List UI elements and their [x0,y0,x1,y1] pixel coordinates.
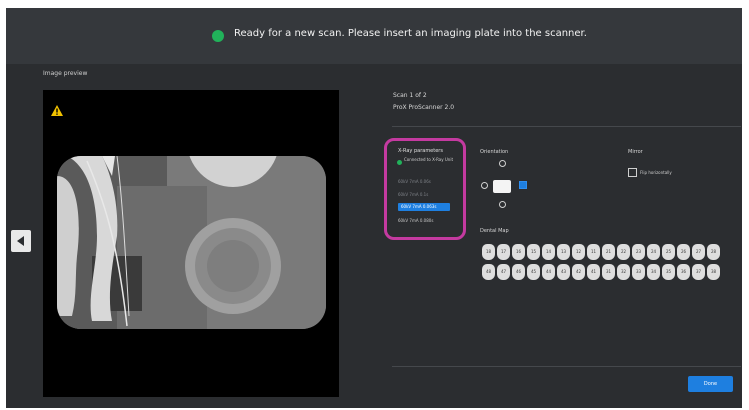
tooth-13[interactable]: 13 [557,244,570,260]
xray-option[interactable]: 60kV 7mA 0.1s [398,192,428,197]
tooth-23[interactable]: 23 [632,244,645,260]
tooth-14[interactable]: 14 [542,244,555,260]
tooth-41[interactable]: 41 [587,264,600,280]
tooth-12[interactable]: 12 [572,244,585,260]
xray-option[interactable]: 60kV 7mA 0.06s [398,179,431,184]
tooth-47[interactable]: 47 [497,264,510,280]
tooth-45[interactable]: 45 [527,264,540,280]
dental-map-lower: 48 47 46 45 44 43 42 41 31 32 33 34 35 36 37 38 [482,264,720,280]
flip-horizontally-checkbox[interactable] [628,168,637,177]
divider [392,366,741,367]
done-button[interactable]: Done [688,376,733,392]
orientation-bottom-radio[interactable] [499,201,506,208]
image-preview [43,90,339,397]
tooth-28[interactable]: 28 [707,244,720,260]
preview-title: Image preview [43,70,88,77]
status-bar: Ready for a new scan. Please insert an i… [6,8,742,64]
tooth-32[interactable]: 32 [617,264,630,280]
orientation-right-radio[interactable] [519,181,527,189]
tooth-25[interactable]: 25 [662,244,675,260]
tooth-21[interactable]: 21 [602,244,615,260]
tooth-22[interactable]: 22 [617,244,630,260]
tooth-16[interactable]: 16 [512,244,525,260]
tooth-42[interactable]: 42 [572,264,585,280]
previous-image-button[interactable] [11,230,31,252]
tooth-36[interactable]: 36 [677,264,690,280]
dental-map-title: Dental Map [480,228,509,234]
connection-status-icon [397,160,402,165]
orientation-title: Orientation [480,149,509,155]
orientation-left-radio[interactable] [481,182,488,189]
tooth-15[interactable]: 15 [527,244,540,260]
tooth-26[interactable]: 26 [677,244,690,260]
orientation-top-radio[interactable] [499,160,506,167]
scan-count: Scan 1 of 2 [393,92,427,99]
tooth-43[interactable]: 43 [557,264,570,280]
tooth-18[interactable]: 18 [482,244,495,260]
scanner-name: ProX ProScanner 2.0 [393,104,455,111]
mirror-title: Mirror [628,149,643,155]
flip-horizontally-label: Flip horizontally [640,170,672,175]
status-message: Ready for a new scan. Please insert an i… [234,28,587,39]
tooth-17[interactable]: 17 [497,244,510,260]
orientation-plate-icon [493,180,511,193]
divider [392,126,741,127]
status-indicator-icon [212,30,224,42]
xray-parameters-title: X-Ray parameters [398,148,443,154]
tooth-38[interactable]: 38 [707,264,720,280]
warning-icon [51,105,63,116]
app-window: Ready for a new scan. Please insert an i… [6,8,742,408]
tooth-37[interactable]: 37 [692,264,705,280]
tooth-46[interactable]: 46 [512,264,525,280]
tooth-24[interactable]: 24 [647,244,660,260]
tooth-33[interactable]: 33 [632,264,645,280]
tooth-31[interactable]: 31 [602,264,615,280]
xray-option[interactable]: 60kV 7mA 0.080s [398,218,433,223]
dental-map-upper: 18 17 16 15 14 13 12 11 21 22 23 24 25 26 27 28 [482,244,720,260]
tooth-27[interactable]: 27 [692,244,705,260]
tooth-35[interactable]: 35 [662,264,675,280]
tooth-48[interactable]: 48 [482,264,495,280]
xray-image [57,156,326,329]
tooth-11[interactable]: 11 [587,244,600,260]
xray-connection-status: Connected to X-Ray Unit [404,157,454,162]
tooth-34[interactable]: 34 [647,264,660,280]
tooth-44[interactable]: 44 [542,264,555,280]
xray-option-selected[interactable]: 60kV 7mA 0.063s [398,203,450,211]
